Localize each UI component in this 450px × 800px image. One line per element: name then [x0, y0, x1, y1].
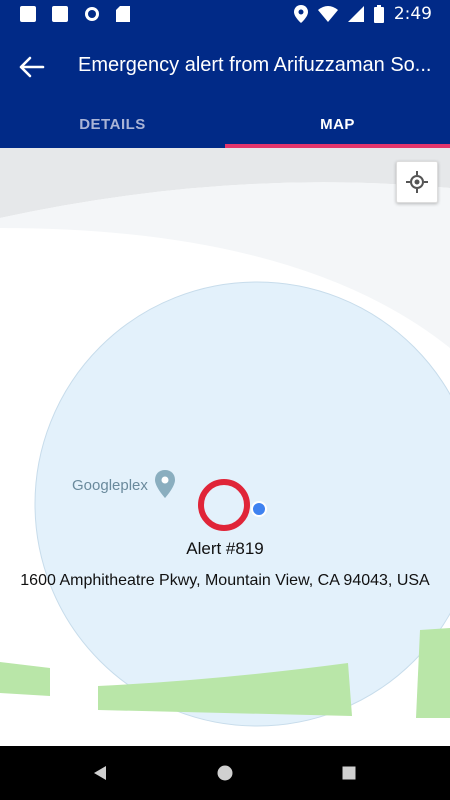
recents-nav-icon[interactable]: [342, 766, 356, 780]
page-title: Emergency alert from Arifuzzaman So...: [78, 54, 432, 76]
alert-name: Alert #819: [186, 539, 264, 558]
map-view[interactable]: Googleplex Alert #819 1600 Amphitheatre …: [0, 148, 450, 746]
poi-label: Googleplex: [72, 477, 148, 494]
map-background: [0, 148, 450, 727]
my-location-button[interactable]: [396, 161, 438, 203]
notification-icons: [20, 6, 130, 22]
back-arrow-icon[interactable]: [18, 56, 46, 78]
wifi-icon: [317, 6, 338, 22]
my-location-icon: [406, 171, 428, 193]
battery-icon: [373, 5, 384, 23]
app-bar: Emergency alert from Arifuzzaman So... D…: [0, 28, 450, 148]
notification-icon: [20, 6, 36, 22]
system-icons: 2:49: [293, 4, 432, 24]
map-pin-icon[interactable]: [154, 470, 176, 498]
sync-icon: [85, 7, 99, 21]
navigation-bar: [0, 746, 450, 800]
status-bar: 2:49: [0, 0, 450, 28]
home-nav-icon[interactable]: [217, 765, 233, 781]
alert-marker[interactable]: [198, 479, 250, 531]
tab-bar: DETAILS MAP: [0, 100, 450, 148]
tab-details[interactable]: DETAILS: [0, 100, 225, 148]
alert-address: 1600 Amphitheatre Pkwy, Mountain View, C…: [20, 572, 430, 589]
current-location-dot: [251, 501, 267, 517]
signal-icon: [347, 6, 364, 22]
sd-card-icon: [116, 6, 130, 22]
tab-map[interactable]: MAP: [225, 100, 450, 148]
clock: 2:49: [393, 4, 432, 24]
notification-icon: [52, 6, 68, 22]
location-icon: [293, 5, 308, 23]
back-nav-icon[interactable]: [93, 765, 107, 781]
